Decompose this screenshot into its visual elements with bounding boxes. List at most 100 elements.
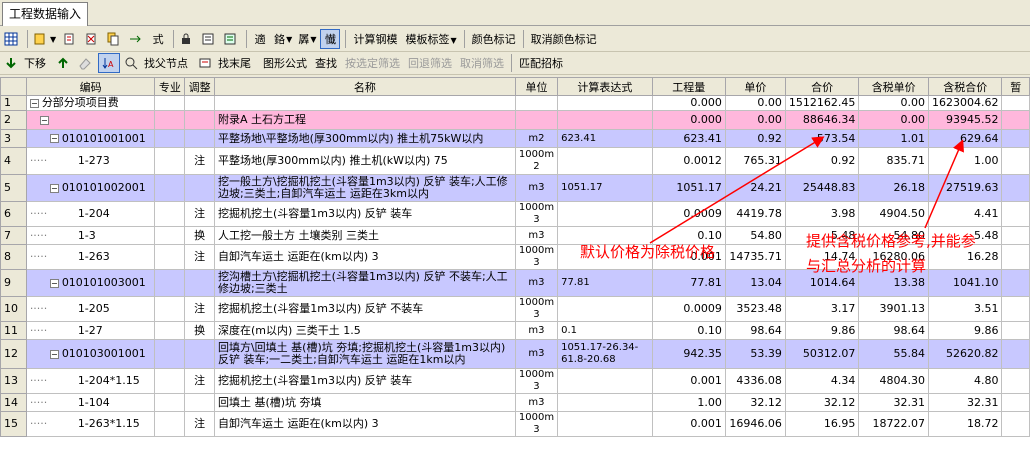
table-row[interactable]: 10 ····· 1-205 注挖掘机挖土(斗容量1m3以内) 反铲 不装车 1000m… (0, 296, 1030, 322)
name-cell[interactable]: 回填土 基(槽)坑 夯填 (213, 393, 516, 412)
collapse-icon[interactable]: − (49, 134, 59, 143)
quantity-cell[interactable]: 0.001 (651, 411, 726, 437)
collapse-icon[interactable]: − (49, 183, 59, 193)
col-header-code[interactable]: 编码 (25, 77, 156, 96)
unit-price-cell[interactable]: 765.31 (724, 147, 786, 175)
total-price-cell[interactable]: 32.12 (784, 393, 860, 412)
quantity-cell[interactable]: 1051.17 (651, 174, 726, 202)
table-row[interactable]: 15 ····· 1-263*1.15 注自卸汽车运土 运距在(km以内) 3 1000… (0, 411, 1030, 437)
unit-cell[interactable]: m3 (514, 174, 559, 202)
unit-cell[interactable]: 1000m 3 (514, 296, 559, 322)
code-cell[interactable]: ····· 1-263*1.15 (25, 411, 156, 437)
unit-price-cell[interactable]: 4419.78 (724, 201, 786, 227)
table-row[interactable]: 13 ····· 1-204*1.15 注挖掘机挖土(斗容量1m3以内) 反铲 装车 1… (0, 368, 1030, 394)
name-cell[interactable]: 自卸汽车运土 运距在(km以内) 3 (213, 244, 516, 270)
code-cell[interactable]: −010101001001 (25, 129, 156, 148)
unit-cell[interactable]: m2 (514, 129, 559, 148)
unit-cell[interactable] (514, 95, 559, 111)
tool-icon[interactable]: 鉻 ▼ (272, 29, 294, 49)
quantity-cell[interactable]: 623.41 (651, 129, 726, 148)
expression-cell[interactable] (557, 393, 653, 412)
tax-total-price-cell[interactable]: 9.86 (927, 321, 1003, 340)
specialty-cell[interactable] (154, 269, 186, 297)
specialty-cell[interactable] (154, 321, 186, 340)
adjust-cell[interactable]: 注 (184, 244, 215, 270)
expression-cell[interactable]: 0.1 (557, 321, 653, 340)
tax-total-price-cell[interactable]: 1623004.62 (927, 95, 1003, 111)
unit-cell[interactable]: m3 (514, 339, 559, 369)
specialty-cell[interactable] (154, 339, 186, 369)
adjust-cell[interactable] (184, 95, 215, 111)
code-cell[interactable]: ····· 1-27 (25, 321, 156, 340)
tab-project-data-input[interactable]: 工程数据输入 (2, 2, 89, 26)
table-row[interactable]: 4 ····· 1-273 注平整场地(厚300mm以内) 推土机(kW以内) 75 1… (0, 147, 1030, 175)
quantity-cell[interactable]: 0.000 (651, 95, 726, 111)
tax-total-price-cell[interactable]: 93945.52 (927, 110, 1003, 130)
specialty-cell[interactable] (154, 296, 186, 322)
code-cell[interactable]: ····· 1-3 (25, 226, 156, 245)
match-bid-button[interactable]: 匹配招标 (515, 55, 567, 71)
unit-price-cell[interactable]: 98.64 (724, 321, 786, 340)
name-cell[interactable]: 挖掘机挖土(斗容量1m3以内) 反铲 装车 (213, 368, 516, 394)
filter-icon[interactable]: 羼 ▼ (296, 29, 318, 49)
expression-cell[interactable]: 623.41 (557, 129, 653, 148)
name-cell[interactable]: 平整场地\平整场地(厚300mm以内) 推土机75kW以内 (213, 129, 516, 148)
unit-price-cell[interactable]: 54.80 (724, 226, 786, 245)
find-tail-button[interactable]: 找末尾 (196, 53, 257, 73)
code-cell[interactable]: ····· 1-273 (25, 147, 156, 175)
name-cell[interactable]: 平整场地(厚300mm以内) 推土机(kW以内) 75 (213, 147, 516, 175)
unit-price-cell[interactable]: 4336.08 (724, 368, 786, 394)
unit-cell[interactable]: 1000m 3 (514, 201, 559, 227)
quantity-cell[interactable]: 942.35 (651, 339, 726, 369)
specialty-cell[interactable] (154, 110, 186, 130)
tax-total-price-cell[interactable]: 27519.63 (927, 174, 1003, 202)
table-row[interactable]: 6 ····· 1-204 注挖掘机挖土(斗容量1m3以内) 反铲 装车 1000m 3… (0, 201, 1030, 227)
name-cell[interactable] (213, 95, 516, 111)
code-cell[interactable]: −010103001001 (25, 339, 156, 369)
provisional-cell[interactable] (1001, 393, 1030, 412)
specialty-cell[interactable] (154, 95, 186, 111)
name-cell[interactable]: 挖掘机挖土(斗容量1m3以内) 反铲 装车 (213, 201, 516, 227)
tax-unit-price-cell[interactable]: 98.64 (858, 321, 929, 340)
col-header-name[interactable]: 名称 (213, 77, 516, 96)
provisional-cell[interactable] (1001, 129, 1030, 148)
provisional-cell[interactable] (1001, 244, 1030, 270)
adjust-cell[interactable]: 注 (184, 411, 215, 437)
provisional-cell[interactable] (1001, 296, 1030, 322)
adjust-cell[interactable]: 换 (184, 226, 215, 245)
adjust-cell[interactable] (184, 174, 215, 202)
col-header-total-price[interactable]: 合价 (784, 77, 860, 96)
quantity-cell[interactable]: 0.10 (651, 321, 726, 340)
template-label-button[interactable]: 模板标签▼ (401, 31, 460, 47)
quantity-cell[interactable]: 0.000 (651, 110, 726, 130)
adjust-cell[interactable]: 注 (184, 368, 215, 394)
find-parent-button[interactable]: 找父节点 (122, 53, 194, 73)
adjust-cell[interactable] (184, 339, 215, 369)
table-row[interactable]: 3−010101001001 平整场地\平整场地(厚300mm以内) 推土机75k… (0, 129, 1030, 148)
provisional-cell[interactable] (1001, 174, 1030, 202)
table-row[interactable]: 2− 附录A 土石方工程 0.000 0.00 88646.34 0.00 93945.52 (0, 110, 1030, 130)
delete-row-icon[interactable] (82, 29, 102, 49)
provisional-cell[interactable] (1001, 147, 1030, 175)
adjust-cell[interactable] (184, 110, 215, 130)
name-cell[interactable]: 挖一般土方\挖掘机挖土(斗容量1m3以内) 反铲 装车;人工修边坡;三类土;自卸… (213, 174, 516, 202)
collapse-icon[interactable]: − (49, 278, 59, 288)
unit-price-cell[interactable]: 32.12 (724, 393, 786, 412)
code-cell[interactable]: ····· 1-205 (25, 296, 156, 322)
provisional-cell[interactable] (1001, 95, 1030, 111)
color-mark-button[interactable]: 颜色标记 (468, 31, 520, 47)
total-price-cell[interactable]: 88646.34 (784, 110, 860, 130)
total-price-cell[interactable]: 573.54 (784, 129, 860, 148)
unit-cell[interactable]: m3 (514, 226, 559, 245)
unit-cell[interactable]: m3 (514, 269, 559, 297)
tax-unit-price-cell[interactable]: 3901.13 (858, 296, 929, 322)
tax-unit-price-cell[interactable]: 55.84 (858, 339, 929, 369)
provisional-cell[interactable] (1001, 368, 1030, 394)
unit-price-cell[interactable]: 13.04 (724, 269, 786, 297)
search-button[interactable]: 查找 (311, 55, 341, 71)
tax-unit-price-cell[interactable]: 0.00 (858, 110, 929, 130)
tax-total-price-cell[interactable]: 18.72 (927, 411, 1003, 437)
adjust-cell[interactable]: 注 (184, 147, 215, 175)
total-price-cell[interactable]: 50312.07 (784, 339, 860, 369)
code-cell[interactable]: ····· 1-204 (25, 201, 156, 227)
